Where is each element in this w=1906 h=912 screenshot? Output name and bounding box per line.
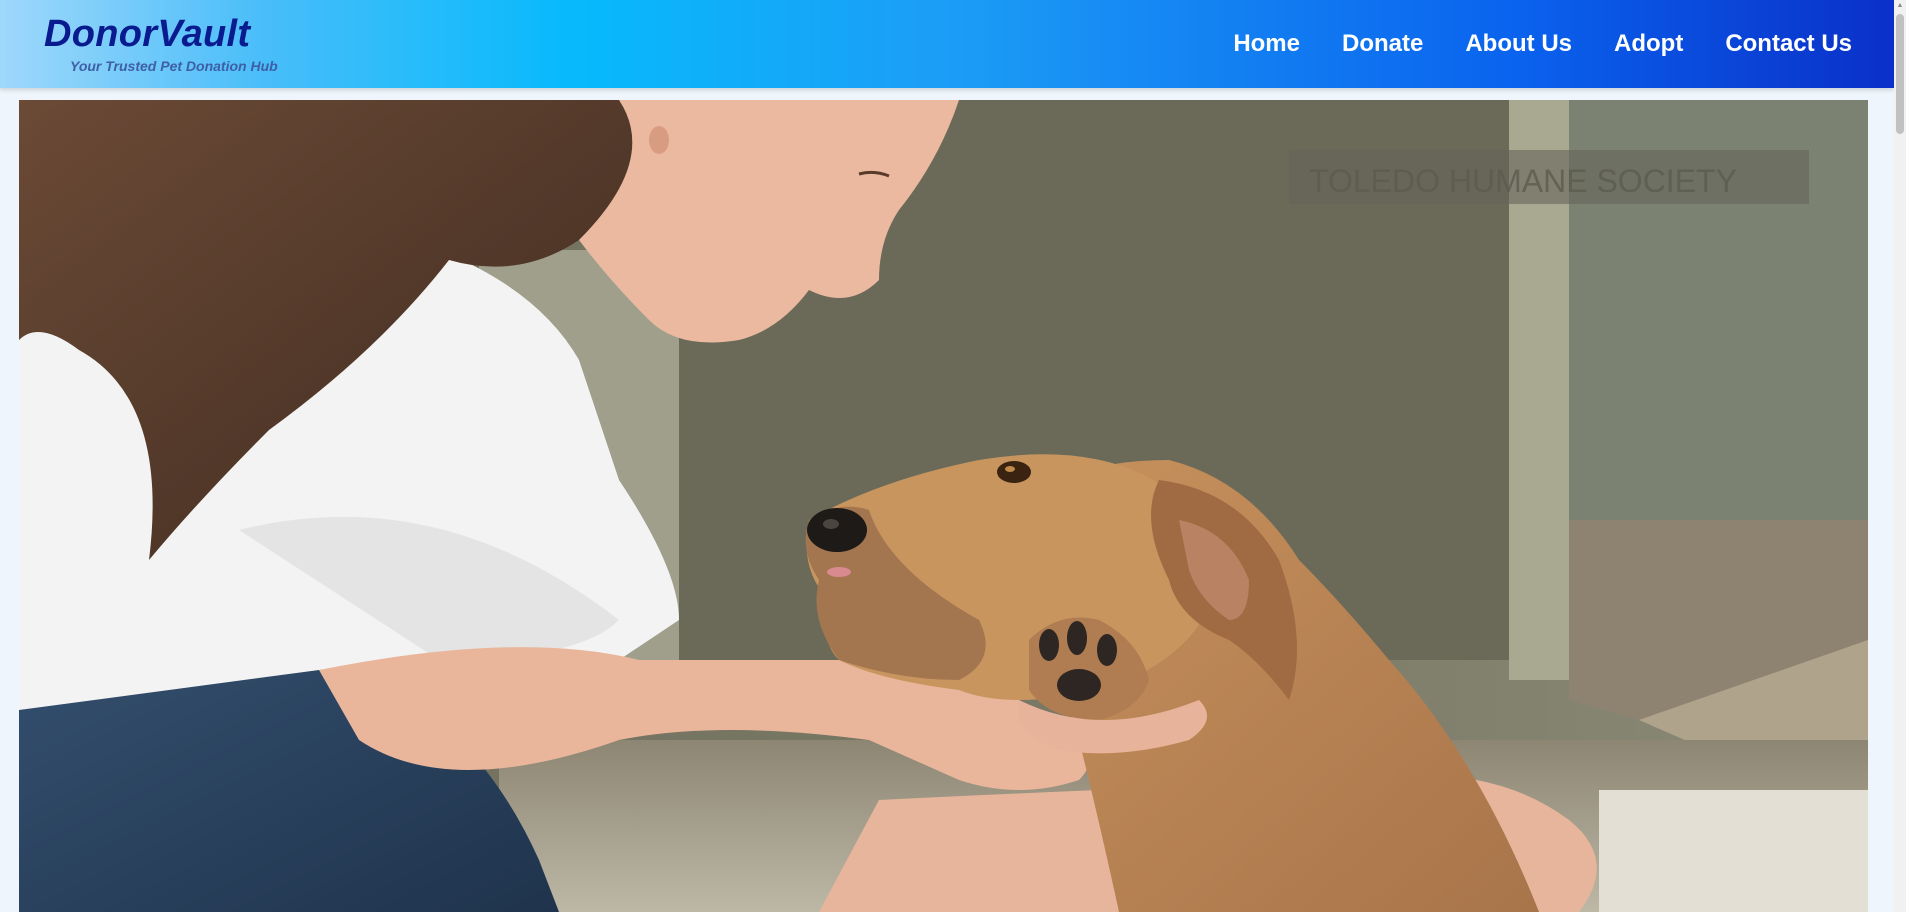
nav-home-link[interactable]: Home [1233, 28, 1300, 60]
nav-contact-link[interactable]: Contact Us [1725, 28, 1852, 60]
vertical-scrollbar[interactable]: ▲ [1894, 0, 1906, 912]
scrollbar-thumb[interactable] [1896, 14, 1904, 134]
nav-adopt-link[interactable]: Adopt [1614, 28, 1683, 60]
brand-title[interactable]: DonorVault [44, 14, 278, 54]
brand-tagline: Your Trusted Pet Donation Hub [70, 58, 278, 74]
hero-image: TOLEDO HUMANE SOCIETY [19, 100, 1868, 912]
brand-logo[interactable]: DonorVault Your Trusted Pet Donation Hub [44, 14, 278, 74]
main-nav: Home Donate About Us Adopt Contact Us [1191, 28, 1852, 60]
sign-text: TOLEDO HUMANE SOCIETY [1309, 163, 1737, 199]
scroll-up-arrow-icon[interactable]: ▲ [1896, 2, 1904, 10]
nav-donate-link[interactable]: Donate [1342, 28, 1423, 60]
hero-photo-woman-dog: TOLEDO HUMANE SOCIETY [19, 100, 1868, 912]
top-navbar: DonorVault Your Trusted Pet Donation Hub… [0, 0, 1894, 88]
nav-about-link[interactable]: About Us [1465, 28, 1572, 60]
